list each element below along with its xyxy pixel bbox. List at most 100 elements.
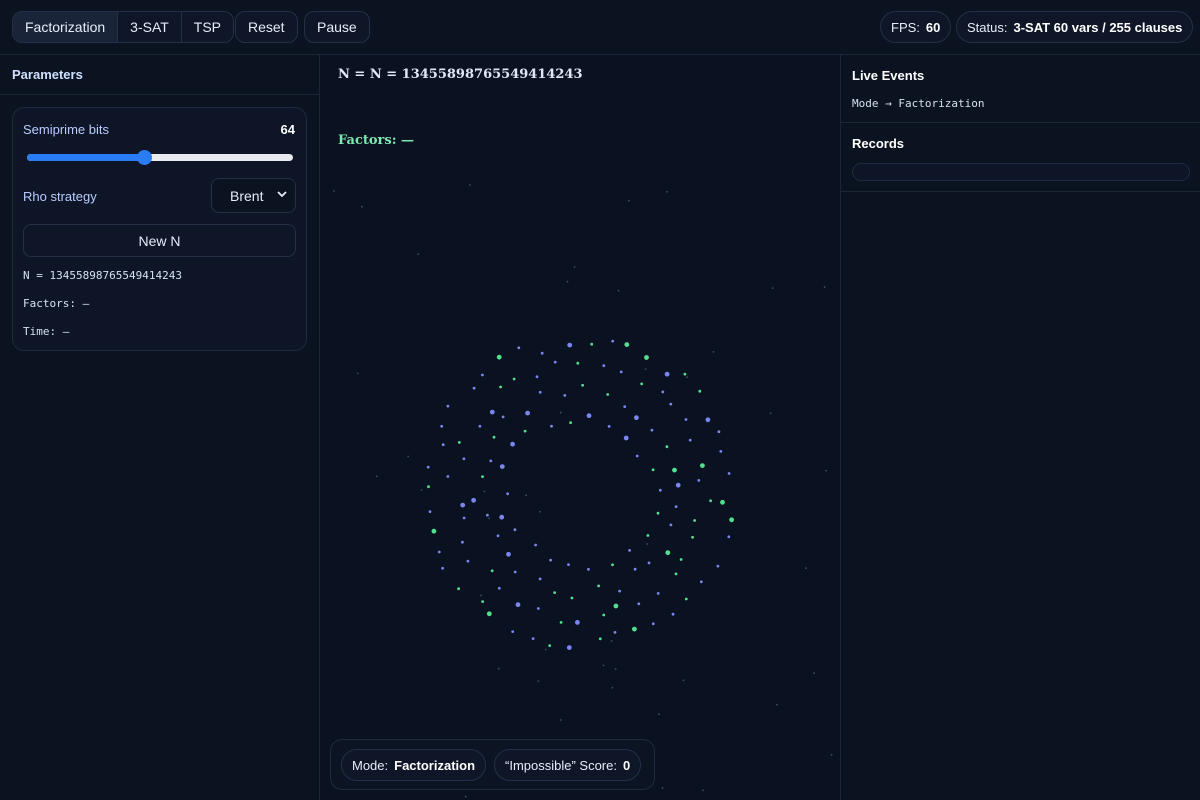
star-dot [830, 753, 833, 756]
n-readout: N = 13455898765549414243 [23, 269, 182, 282]
slider-thumb[interactable] [137, 150, 153, 165]
particle-dot [619, 370, 623, 374]
particle-dot [538, 390, 542, 394]
live-events-title: Live Events [852, 68, 925, 83]
star-dot [666, 190, 668, 193]
particle-dot [647, 561, 651, 565]
particle-dot [628, 549, 631, 552]
particle-dot [637, 602, 641, 606]
star-dot [823, 286, 826, 289]
star-dot [420, 489, 423, 491]
particle-dot [674, 572, 678, 576]
star-dot [617, 289, 620, 292]
star-dot [661, 787, 664, 789]
particle-dot [656, 511, 660, 515]
particle-dot [462, 457, 466, 461]
particle-dot [716, 564, 720, 568]
particle-dot [688, 438, 692, 442]
visualization-canvas[interactable]: N = N = 13455898765549414243 Factors: — … [320, 55, 840, 800]
star-dot [488, 517, 490, 520]
star-dot [464, 795, 467, 798]
particle-dot [700, 463, 705, 468]
particle-dot [538, 577, 542, 581]
particle-dot [548, 644, 552, 647]
semiprime-bits-value: 64 [280, 122, 295, 137]
particle-dot [658, 488, 662, 492]
particle-dot [661, 390, 665, 394]
particle-dot [496, 354, 502, 360]
parameters-panel: Parameters Semiprime bits 64 Rho strateg… [0, 55, 320, 800]
particle-dot [705, 417, 711, 423]
particle-dot [462, 516, 466, 520]
particle-dot [664, 371, 670, 377]
mode-tab-3sat[interactable]: 3-SAT [118, 12, 182, 42]
particle-dot [499, 514, 505, 520]
particle-dot [486, 611, 492, 617]
rho-strategy-select[interactable]: Brent [211, 178, 296, 213]
particle-dot [581, 383, 584, 387]
particle-dot [490, 569, 494, 573]
new-n-button[interactable]: New N [23, 224, 296, 257]
mode-tab-tsp[interactable]: TSP [182, 12, 233, 42]
score-badge: “Impossible” Score: 0 [494, 749, 642, 781]
particle-dot [611, 563, 614, 567]
particle-dot [606, 393, 610, 396]
particle-dot [669, 402, 673, 406]
pause-button[interactable]: Pause [304, 11, 370, 43]
semiprime-bits-slider[interactable] [27, 150, 293, 165]
particle-dot [590, 342, 594, 346]
records-title: Records [852, 136, 905, 151]
particle-dot [575, 620, 580, 625]
particle-dot [719, 450, 723, 453]
particle-dot [634, 415, 639, 421]
star-dot [611, 686, 614, 689]
particle-field [333, 184, 833, 798]
semiprime-bits-label: Semiprime bits [23, 122, 109, 137]
particle-dot [697, 479, 701, 482]
star-dot [537, 680, 540, 682]
particle-dot [506, 492, 510, 496]
particle-dot [431, 528, 437, 534]
star-dot [602, 664, 605, 667]
star-dot [560, 719, 562, 721]
status-label: Status: [967, 19, 1008, 35]
particle-dot [567, 342, 573, 348]
mode-tab-factorization[interactable]: Factorization [13, 12, 119, 42]
events-panel: Live Events Mode → Factorization Records [840, 55, 1200, 800]
particle-dot [602, 613, 606, 617]
mode-segmented-control: Factorization 3-SAT TSP [12, 11, 235, 43]
particle-dot [566, 645, 572, 650]
score-value: 0 [622, 757, 631, 773]
mode-badge: Mode: Factorization [341, 749, 487, 781]
star-dot [610, 640, 613, 642]
status-value: 3-SAT 60 vars / 255 clauses [1013, 19, 1183, 35]
particle-dot [497, 586, 501, 590]
star-dot [813, 672, 815, 674]
top-toolbar: Factorization 3-SAT TSP Reset Pause FPS:… [0, 0, 1200, 55]
particle-dot [486, 513, 489, 517]
particle-dot [540, 351, 544, 355]
particle-dot [499, 385, 502, 389]
particle-dot [441, 443, 445, 447]
particle-dot [478, 424, 482, 428]
status-badge: Status: 3-SAT 60 vars / 255 clauses [956, 11, 1194, 43]
rho-strategy-label: Rho strategy [23, 189, 97, 204]
reset-button[interactable]: Reset [235, 11, 298, 43]
canvas-n-title: N = N = 13455898765549414243 [338, 67, 583, 82]
particle-dot [665, 445, 669, 449]
particle-dot [665, 550, 671, 556]
particle-dot [613, 603, 619, 609]
star-dot [805, 567, 807, 570]
particle-dot [492, 435, 496, 439]
fps-value: 60 [925, 19, 941, 35]
particle-dot [513, 528, 517, 532]
star-dot [333, 190, 335, 192]
fps-label: FPS: [891, 19, 920, 35]
particle-dot [563, 394, 567, 397]
star-dot [544, 648, 547, 651]
score-label: “Impossible” Score: [505, 757, 617, 773]
particle-dot [651, 468, 655, 472]
mode-label: Mode: [352, 757, 389, 773]
star-dot [375, 475, 378, 478]
star-dot [771, 287, 774, 289]
